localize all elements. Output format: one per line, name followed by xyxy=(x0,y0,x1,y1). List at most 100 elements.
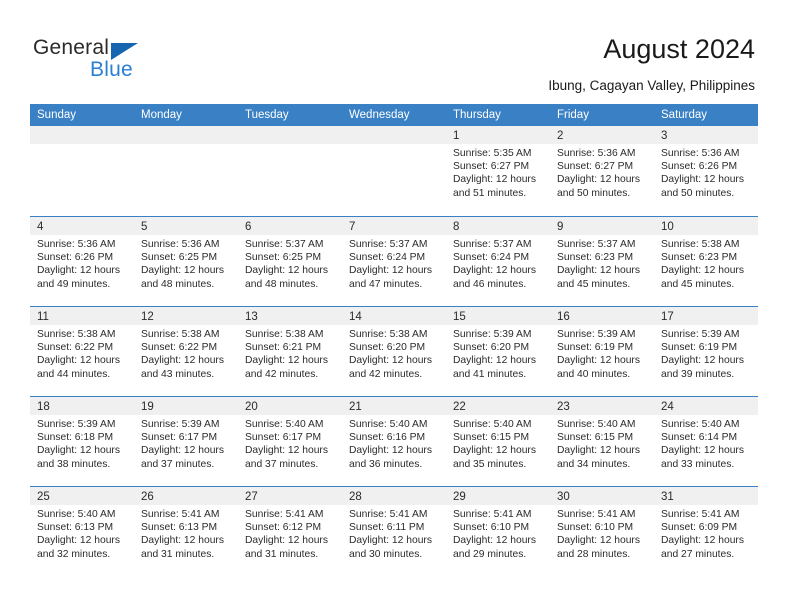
daylight-text-line1: Daylight: 12 hours xyxy=(453,174,536,186)
calendar-day-cell[interactable] xyxy=(238,126,342,216)
calendar-day-cell[interactable] xyxy=(30,126,134,216)
daylight-text-line2: and 33 minutes. xyxy=(661,458,735,470)
day-number-band: 18 xyxy=(30,397,134,415)
calendar-grid: Sunday Monday Tuesday Wednesday Thursday… xyxy=(30,104,758,576)
daylight-text-line1: Daylight: 12 hours xyxy=(141,265,224,277)
day-number: 13 xyxy=(245,311,258,323)
day-number: 30 xyxy=(557,491,570,503)
sunset-text: Sunset: 6:24 PM xyxy=(349,252,426,264)
calendar-day-cell[interactable]: 15 Sunrise: 5:39 AM Sunset: 6:20 PM Dayl… xyxy=(446,307,550,396)
calendar-day-cell[interactable]: 19 Sunrise: 5:39 AM Sunset: 6:17 PM Dayl… xyxy=(134,397,238,486)
sunset-text: Sunset: 6:10 PM xyxy=(557,522,634,534)
day-number: 20 xyxy=(245,401,258,413)
day-number: 17 xyxy=(661,311,674,323)
sunrise-text: Sunrise: 5:37 AM xyxy=(349,239,428,250)
daylight-text-line2: and 43 minutes. xyxy=(141,368,215,380)
brand-logo[interactable]: General Blue xyxy=(33,36,273,88)
calendar-day-cell[interactable]: 31 Sunrise: 5:41 AM Sunset: 6:09 PM Dayl… xyxy=(654,487,758,576)
calendar-day-cell[interactable]: 12 Sunrise: 5:38 AM Sunset: 6:22 PM Dayl… xyxy=(134,307,238,396)
weekday-header-row: Sunday Monday Tuesday Wednesday Thursday… xyxy=(30,104,758,126)
sunrise-text: Sunrise: 5:38 AM xyxy=(37,329,116,340)
calendar-day-cell[interactable]: 5 Sunrise: 5:36 AM Sunset: 6:25 PM Dayli… xyxy=(134,217,238,306)
calendar-day-cell[interactable]: 17 Sunrise: 5:39 AM Sunset: 6:19 PM Dayl… xyxy=(654,307,758,396)
day-number: 22 xyxy=(453,401,466,413)
calendar-day-cell[interactable]: 23 Sunrise: 5:40 AM Sunset: 6:15 PM Dayl… xyxy=(550,397,654,486)
calendar-day-cell[interactable]: 20 Sunrise: 5:40 AM Sunset: 6:17 PM Dayl… xyxy=(238,397,342,486)
calendar-day-cell[interactable]: 21 Sunrise: 5:40 AM Sunset: 6:16 PM Dayl… xyxy=(342,397,446,486)
sunset-text: Sunset: 6:20 PM xyxy=(349,342,426,354)
sunrise-text: Sunrise: 5:41 AM xyxy=(557,509,636,520)
calendar-day-cell[interactable]: 28 Sunrise: 5:41 AM Sunset: 6:11 PM Dayl… xyxy=(342,487,446,576)
day-number-band: 10 xyxy=(654,217,758,235)
weekday-header-wednesday: Wednesday xyxy=(349,109,410,121)
calendar-day-cell[interactable]: 11 Sunrise: 5:38 AM Sunset: 6:22 PM Dayl… xyxy=(30,307,134,396)
sunset-text: Sunset: 6:26 PM xyxy=(661,161,738,173)
day-number: 1 xyxy=(453,130,460,142)
day-info: Sunrise: 5:40 AM Sunset: 6:14 PM Dayligh… xyxy=(654,415,758,471)
daylight-text-line2: and 48 minutes. xyxy=(245,278,319,290)
sunset-text: Sunset: 6:26 PM xyxy=(37,252,114,264)
calendar-day-cell[interactable]: 1 Sunrise: 5:35 AM Sunset: 6:27 PM Dayli… xyxy=(446,126,550,216)
day-number-band: 28 xyxy=(342,487,446,505)
page-subtitle: Ibung, Cagayan Valley, Philippines xyxy=(548,78,755,93)
sunrise-text: Sunrise: 5:36 AM xyxy=(661,148,740,159)
sunset-text: Sunset: 6:19 PM xyxy=(557,342,634,354)
day-number-band: 8 xyxy=(446,217,550,235)
day-info: Sunrise: 5:39 AM Sunset: 6:17 PM Dayligh… xyxy=(134,415,238,471)
calendar-day-cell[interactable]: 18 Sunrise: 5:39 AM Sunset: 6:18 PM Dayl… xyxy=(30,397,134,486)
day-number: 5 xyxy=(141,221,148,233)
calendar-day-cell[interactable]: 2 Sunrise: 5:36 AM Sunset: 6:27 PM Dayli… xyxy=(550,126,654,216)
calendar-day-cell[interactable]: 14 Sunrise: 5:38 AM Sunset: 6:20 PM Dayl… xyxy=(342,307,446,396)
calendar-day-cell[interactable]: 8 Sunrise: 5:37 AM Sunset: 6:24 PM Dayli… xyxy=(446,217,550,306)
daylight-text-line2: and 28 minutes. xyxy=(557,548,631,560)
sunrise-text: Sunrise: 5:37 AM xyxy=(453,239,532,250)
sunrise-text: Sunrise: 5:41 AM xyxy=(245,509,324,520)
day-number-band: 17 xyxy=(654,307,758,325)
daylight-text-line1: Daylight: 12 hours xyxy=(349,535,432,547)
sunset-text: Sunset: 6:23 PM xyxy=(557,252,634,264)
daylight-text-line2: and 37 minutes. xyxy=(245,458,319,470)
calendar-day-cell[interactable]: 4 Sunrise: 5:36 AM Sunset: 6:26 PM Dayli… xyxy=(30,217,134,306)
day-info: Sunrise: 5:39 AM Sunset: 6:19 PM Dayligh… xyxy=(654,325,758,381)
sunset-text: Sunset: 6:18 PM xyxy=(37,432,114,444)
sunrise-text: Sunrise: 5:40 AM xyxy=(245,419,324,430)
day-number: 19 xyxy=(141,401,154,413)
calendar-day-cell[interactable]: 29 Sunrise: 5:41 AM Sunset: 6:10 PM Dayl… xyxy=(446,487,550,576)
calendar-day-cell[interactable]: 27 Sunrise: 5:41 AM Sunset: 6:12 PM Dayl… xyxy=(238,487,342,576)
day-info: Sunrise: 5:38 AM Sunset: 6:22 PM Dayligh… xyxy=(30,325,134,381)
daylight-text-line1: Daylight: 12 hours xyxy=(557,445,640,457)
calendar-day-cell[interactable]: 6 Sunrise: 5:37 AM Sunset: 6:25 PM Dayli… xyxy=(238,217,342,306)
calendar-day-cell[interactable]: 9 Sunrise: 5:37 AM Sunset: 6:23 PM Dayli… xyxy=(550,217,654,306)
calendar-day-cell[interactable]: 16 Sunrise: 5:39 AM Sunset: 6:19 PM Dayl… xyxy=(550,307,654,396)
day-number: 18 xyxy=(37,401,50,413)
calendar-page: General Blue August 2024 Ibung, Cagayan … xyxy=(0,0,792,612)
sunset-text: Sunset: 6:23 PM xyxy=(661,252,738,264)
calendar-day-cell[interactable] xyxy=(342,126,446,216)
daylight-text-line1: Daylight: 12 hours xyxy=(349,355,432,367)
day-number: 7 xyxy=(349,221,356,233)
brand-name-blue: Blue xyxy=(90,58,133,81)
calendar-day-cell[interactable]: 10 Sunrise: 5:38 AM Sunset: 6:23 PM Dayl… xyxy=(654,217,758,306)
calendar-day-cell[interactable]: 25 Sunrise: 5:40 AM Sunset: 6:13 PM Dayl… xyxy=(30,487,134,576)
day-info: Sunrise: 5:37 AM Sunset: 6:24 PM Dayligh… xyxy=(446,235,550,291)
calendar-day-cell[interactable]: 7 Sunrise: 5:37 AM Sunset: 6:24 PM Dayli… xyxy=(342,217,446,306)
daylight-text-line2: and 35 minutes. xyxy=(453,458,527,470)
calendar-day-cell[interactable]: 3 Sunrise: 5:36 AM Sunset: 6:26 PM Dayli… xyxy=(654,126,758,216)
calendar-week-row: 4 Sunrise: 5:36 AM Sunset: 6:26 PM Dayli… xyxy=(30,216,758,306)
sunset-text: Sunset: 6:19 PM xyxy=(661,342,738,354)
sunset-text: Sunset: 6:22 PM xyxy=(37,342,114,354)
calendar-day-cell[interactable]: 24 Sunrise: 5:40 AM Sunset: 6:14 PM Dayl… xyxy=(654,397,758,486)
calendar-day-cell[interactable]: 26 Sunrise: 5:41 AM Sunset: 6:13 PM Dayl… xyxy=(134,487,238,576)
day-info: Sunrise: 5:39 AM Sunset: 6:19 PM Dayligh… xyxy=(550,325,654,381)
daylight-text-line1: Daylight: 12 hours xyxy=(37,265,120,277)
calendar-day-cell[interactable]: 22 Sunrise: 5:40 AM Sunset: 6:15 PM Dayl… xyxy=(446,397,550,486)
daylight-text-line2: and 42 minutes. xyxy=(245,368,319,380)
calendar-day-cell[interactable]: 30 Sunrise: 5:41 AM Sunset: 6:10 PM Dayl… xyxy=(550,487,654,576)
sunrise-text: Sunrise: 5:37 AM xyxy=(557,239,636,250)
calendar-day-cell[interactable] xyxy=(134,126,238,216)
day-number: 2 xyxy=(557,130,564,142)
sunrise-text: Sunrise: 5:39 AM xyxy=(37,419,116,430)
day-number: 23 xyxy=(557,401,570,413)
calendar-day-cell[interactable]: 13 Sunrise: 5:38 AM Sunset: 6:21 PM Dayl… xyxy=(238,307,342,396)
day-number-band: 22 xyxy=(446,397,550,415)
